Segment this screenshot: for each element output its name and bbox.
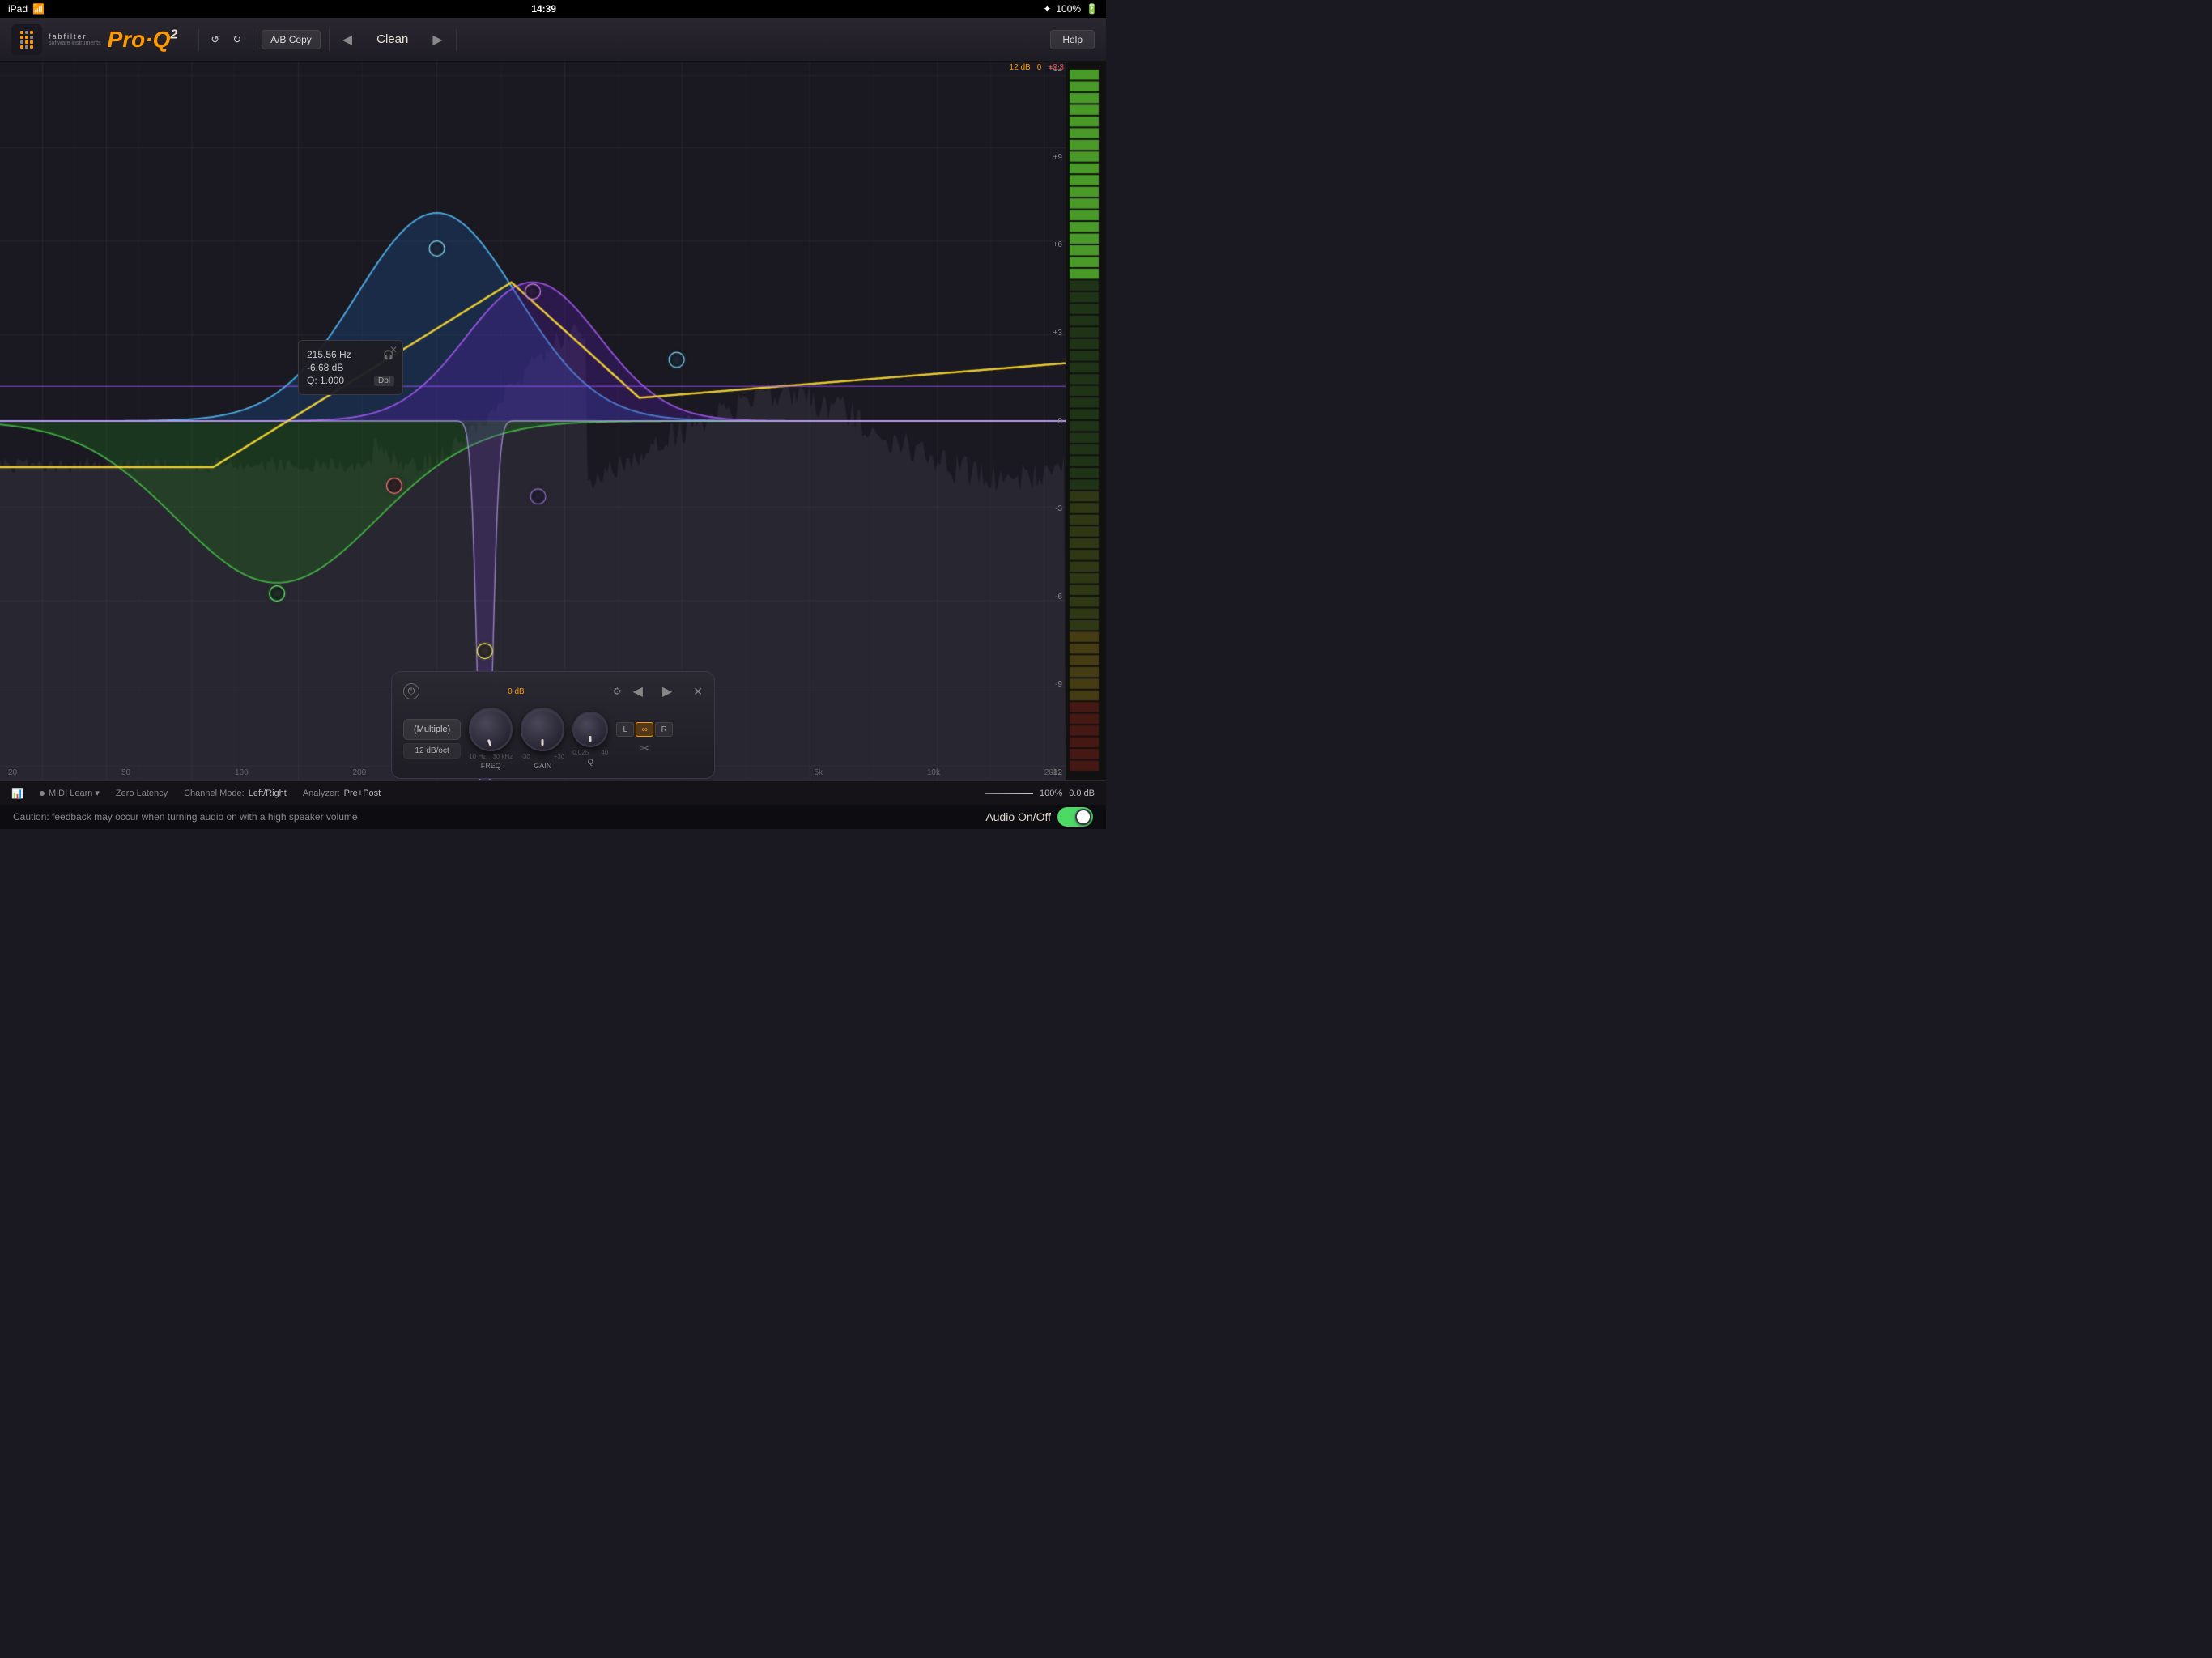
gain-min-label: -30 (521, 753, 530, 760)
waveform-icon: 📊 (11, 788, 23, 799)
freq-knob[interactable] (469, 708, 513, 751)
audio-toggle[interactable] (1057, 807, 1093, 827)
gear-icon[interactable]: ⚙ (613, 686, 622, 697)
audio-onoff-label: Audio On/Off (985, 810, 1051, 823)
popup-gain: -6.68 dB (307, 362, 343, 373)
q-max-label: 40 (601, 749, 608, 756)
panel-center-db-label: 0 dB (419, 687, 613, 696)
time-display: 14:39 (531, 3, 556, 15)
status-bar: iPad 📶 14:39 ✦ 100% 🔋 (0, 0, 1106, 18)
channel-mode-item: Channel Mode: Left/Right (184, 789, 287, 798)
db-scale-label: -3 (1032, 504, 1066, 513)
slope-button[interactable]: 12 dB/oct (403, 743, 461, 759)
popup-q-type[interactable]: Dbl (374, 376, 394, 386)
db-scale: +12 +9 +6 +3 0 -3 -6 -9 -12 (1032, 62, 1066, 780)
freq-label-20k: 20k (1044, 768, 1057, 777)
panel-close-button[interactable]: ✕ (693, 685, 703, 699)
scissors-icon[interactable]: ✂ (640, 742, 649, 755)
left-channel-button[interactable]: L (616, 722, 634, 737)
db-scale-label: 0 (1032, 417, 1066, 426)
analyzer-value[interactable]: Pre+Post (344, 789, 381, 798)
freq-label: FREQ (481, 762, 501, 770)
undo-button[interactable]: ↺ (204, 30, 226, 49)
freq-knob-group: 10 Hz 30 kHz FREQ (469, 708, 513, 770)
popup-q: Q: 1.000 (307, 375, 344, 386)
vu-meter (1066, 62, 1106, 780)
freq-max-label: 30 kHz (492, 753, 513, 760)
q-knob-group: 0.025 40 Q (572, 712, 608, 766)
freq-min-label: 10 Hz (469, 753, 486, 760)
latency-button[interactable]: Zero Latency (116, 789, 168, 798)
logo-area: fabfilter software instruments Pro·Q2 (11, 24, 177, 55)
toggle-knob (1075, 809, 1091, 825)
gain-knob[interactable] (521, 708, 564, 751)
control-panel: ⏻ 0 dB ⚙ ◀ ▶ ✕ (Multiple) 12 dB/oct 10 H… (391, 671, 715, 779)
freq-label-100: 100 (235, 768, 249, 777)
freq-label-50: 50 (121, 768, 130, 777)
db-scale-label: +6 (1032, 240, 1066, 249)
q-label: Q (588, 758, 593, 766)
analyzer-item: Analyzer: Pre+Post (303, 789, 381, 798)
freq-label-20: 20 (8, 768, 17, 777)
right-channel-button[interactable]: R (655, 722, 673, 737)
popup-close-button[interactable]: ✕ (389, 344, 398, 355)
gain-offset-value: 0.0 dB (1069, 789, 1095, 798)
link-channel-button[interactable]: ∞ (636, 722, 653, 737)
panel-next-button[interactable]: ▶ (654, 680, 680, 703)
db-scale-label: +9 (1032, 153, 1066, 162)
freq-label-200: 200 (353, 768, 367, 777)
freq-label-10k: 10k (927, 768, 940, 777)
midi-learn-item: MIDI Learn ▾ (40, 788, 100, 798)
db-top-indicator: 12 dB 0 +2.3 (1010, 63, 1064, 72)
preset-name-label: Clean (360, 32, 424, 46)
bluetooth-icon: ✦ (1043, 3, 1051, 15)
band-power-button[interactable]: ⏻ (403, 683, 419, 699)
ab-copy-button[interactable]: A/B Copy (262, 30, 321, 49)
channel-mode-value[interactable]: Left/Right (249, 789, 287, 798)
help-button[interactable]: Help (1050, 30, 1095, 49)
preset-prev-button[interactable]: ◀ (334, 28, 360, 51)
audio-onoff-control: Audio On/Off (985, 807, 1093, 827)
freq-label-5k: 5k (814, 768, 823, 777)
zoom-value: 100% (1040, 789, 1062, 798)
ipad-label: iPad (8, 3, 28, 15)
panel-prev-button[interactable]: ◀ (625, 680, 651, 703)
battery-label: 100% (1056, 3, 1081, 15)
caution-text: Caution: feedback may occur when turning… (13, 811, 358, 823)
midi-learn-button[interactable]: MIDI Learn ▾ (49, 788, 100, 798)
vu-meter-canvas (1066, 62, 1106, 780)
q-knob[interactable] (572, 712, 608, 747)
eq-popup: ✕ 215.56 Hz 🎧 -6.68 dB Q: 1.000 Dbl (298, 340, 403, 395)
fabfilter-logo-icon (11, 24, 42, 55)
lr-panel: L ∞ R ✂ (616, 722, 673, 755)
bottom-bar: 📊 MIDI Learn ▾ Zero Latency Channel Mode… (0, 780, 1106, 805)
db-scale-label: -6 (1032, 593, 1066, 602)
q-min-label: 0.025 (572, 749, 589, 756)
gain-max-label: +30 (554, 753, 565, 760)
filter-type-button[interactable]: (Multiple) (403, 719, 461, 740)
preset-next-button[interactable]: ▶ (424, 28, 450, 51)
popup-freq: 215.56 Hz (307, 349, 351, 360)
redo-button[interactable]: ↻ (226, 30, 248, 49)
db-scale-label: -9 (1032, 680, 1066, 689)
db-scale-label: +3 (1032, 329, 1066, 338)
proq-logo: Pro·Q2 (108, 27, 178, 52)
zoom-slider[interactable] (985, 793, 1033, 794)
battery-icon: 🔋 (1086, 3, 1098, 15)
gain-label: GAIN (534, 762, 551, 770)
caution-bar: Caution: feedback may occur when turning… (0, 805, 1106, 829)
toolbar: fabfilter software instruments Pro·Q2 ↺ … (0, 18, 1106, 62)
gain-knob-group: -30 +30 GAIN (521, 708, 564, 770)
wifi-icon: 📶 (32, 3, 45, 15)
logo-text: fabfilter software instruments (49, 32, 101, 46)
